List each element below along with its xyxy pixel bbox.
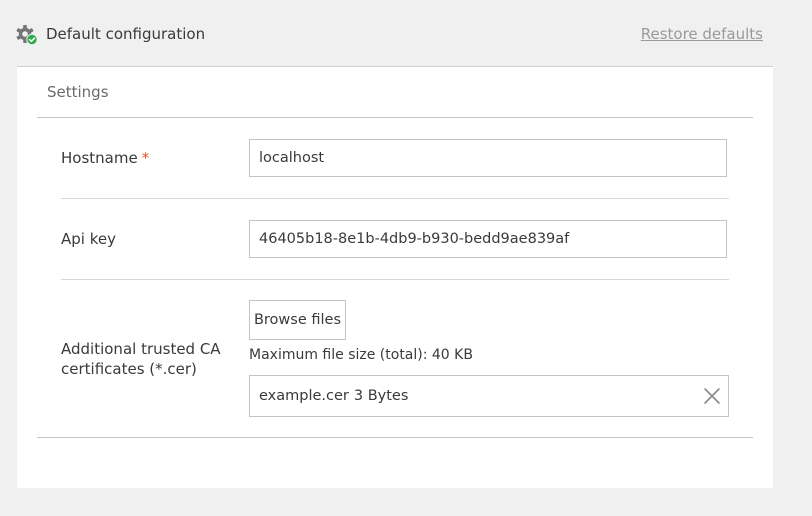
required-marker: * <box>141 149 150 167</box>
uploaded-file-item: example.cer 3 Bytes <box>249 375 729 417</box>
max-file-size-note: Maximum file size (total): 40 KB <box>249 347 473 363</box>
settings-card: Settings Hostname* Api key Additional tr… <box>17 66 773 488</box>
file-info: example.cer 3 Bytes <box>259 386 408 406</box>
page-title: Default configuration <box>46 25 206 43</box>
certificates-label: Additional trusted CA certificates (*.ce… <box>61 340 221 378</box>
row-divider <box>61 198 729 199</box>
hostname-input[interactable] <box>249 139 727 177</box>
gear-check-icon <box>16 25 38 46</box>
api-key-input[interactable] <box>249 220 727 258</box>
restore-defaults-link[interactable]: Restore defaults <box>641 24 763 44</box>
close-icon[interactable] <box>702 386 722 406</box>
hostname-label-text: Hostname <box>61 149 138 167</box>
section-divider-bottom <box>37 437 753 438</box>
page: Default configuration Restore defaults S… <box>0 0 812 516</box>
hostname-label: Hostname * <box>61 148 149 168</box>
browse-files-button[interactable]: Browse files <box>249 300 346 340</box>
file-name: example.cer <box>259 388 349 404</box>
section-divider <box>37 117 753 118</box>
api-key-label: Api key <box>61 230 116 248</box>
file-size: 3 Bytes <box>353 388 409 404</box>
row-divider <box>61 279 729 280</box>
section-title: Settings <box>47 83 109 101</box>
